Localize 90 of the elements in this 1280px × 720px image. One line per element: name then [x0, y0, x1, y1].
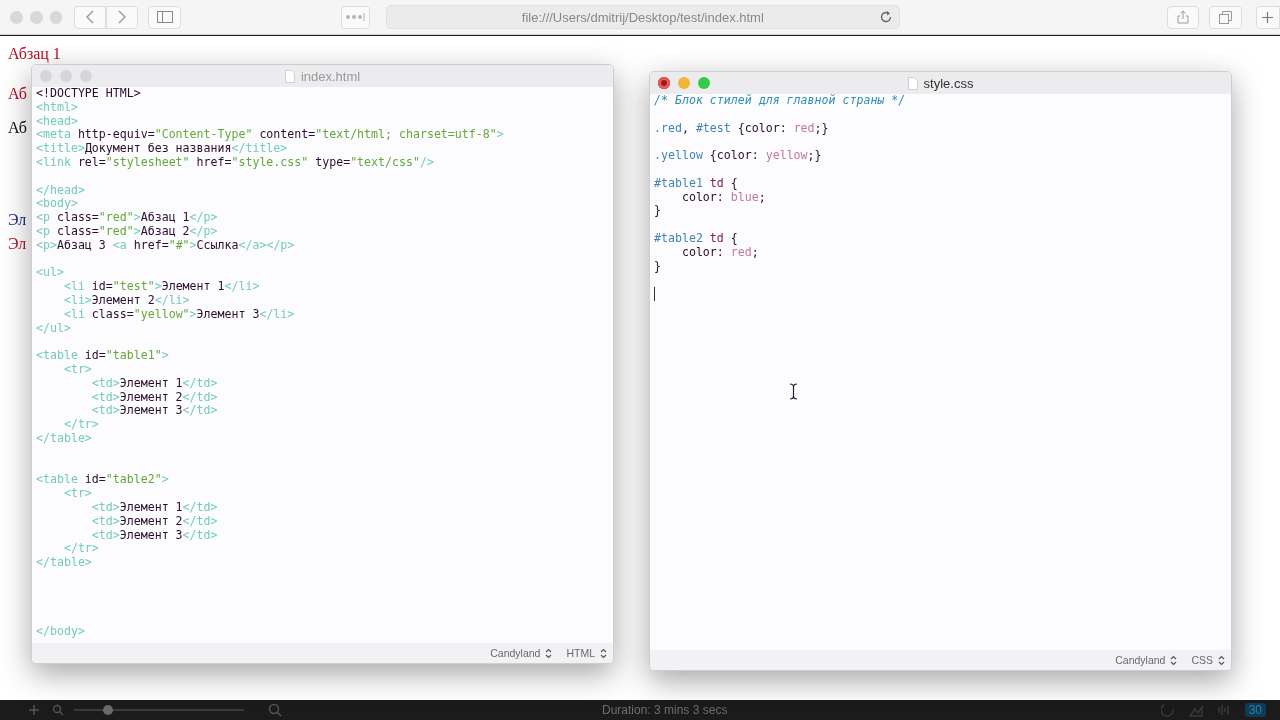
code-line: <p class="red">Абзац 2</p>: [36, 224, 218, 239]
code-line: </table>: [36, 431, 92, 446]
page-text: Абзац 1: [8, 45, 61, 62]
zoom-in-icon[interactable]: [268, 703, 282, 717]
code-line: }: [654, 259, 661, 274]
page-text: Эл: [8, 211, 27, 228]
code-line: <title>Документ без названия</title>: [36, 142, 288, 156]
code-line: <link rel="stylesheet" href="style.css" type="text/css"/>: [36, 156, 434, 170]
new-tab-button[interactable]: [1256, 5, 1280, 29]
share-button[interactable]: [1166, 5, 1200, 29]
code-line: </tr>: [62, 418, 99, 432]
address-bar[interactable]: file:///Users/dmitrij/Desktop/test/index.html: [385, 5, 900, 29]
code-line: <p class="red">Абзац 1</p>: [36, 211, 218, 225]
share-icon: [1177, 10, 1189, 24]
forward-icon: [118, 10, 127, 24]
back-button[interactable]: [74, 5, 107, 29]
code-line: <body>: [36, 197, 78, 212]
url-text: file:///Users/dmitrij/Desktop/test/index.html: [521, 9, 764, 25]
code-line: }: [654, 204, 661, 219]
reader-button[interactable]: [340, 5, 370, 29]
code-line: </body>: [36, 625, 85, 639]
code-line: <td>Элемент 3</td>: [90, 404, 218, 419]
page-text: Аб: [8, 119, 27, 136]
window-control-button[interactable]: [10, 10, 23, 24]
zoom-out-icon[interactable]: [52, 704, 64, 716]
window-title: index.html: [300, 68, 361, 84]
zoom-button[interactable]: [698, 77, 710, 89]
sidebar-button[interactable]: [148, 5, 181, 29]
minimize-button[interactable]: [678, 77, 690, 89]
plus-icon: [1262, 11, 1274, 23]
code-line: <!DOCTYPE HTML>: [36, 87, 141, 101]
code-line: <meta http-equiv="Content-Type" content="text/html; charset=utf-8">: [36, 128, 504, 143]
text-cursor-icon: [789, 383, 798, 400]
code-line: .yellow {color: yellow;}: [654, 149, 822, 163]
window-control-button[interactable]: [29, 10, 43, 24]
code-line: #table2 td {: [654, 231, 738, 246]
code-line: <td>Элемент 1</td>: [90, 376, 218, 391]
file-icon: [907, 76, 918, 90]
code-line: color: blue;: [680, 190, 766, 205]
code-line: <ul>: [36, 266, 64, 281]
updown-icon: [545, 647, 553, 659]
code-line: <li class="yellow">Элемент 3</li>: [62, 307, 295, 322]
updown-icon: [600, 647, 607, 659]
window-control-button[interactable]: [49, 10, 63, 24]
close-button[interactable]: [658, 77, 670, 89]
code-line: </table>: [36, 556, 92, 570]
code-line: <head>: [36, 114, 78, 129]
code-line: /* Блок стилей для главной страны */: [654, 94, 906, 108]
image-icon[interactable]: [1188, 703, 1203, 717]
dropdown-button[interactable]: CSS: [1191, 654, 1225, 666]
forward-button[interactable]: [106, 5, 139, 29]
tabs-icon: [1219, 10, 1233, 24]
code-line: <html>: [36, 100, 78, 115]
frame-rate-badge[interactable]: 30: [1244, 703, 1266, 717]
code-line: <li id="test">Элемент 1</li>: [62, 280, 260, 294]
tabs-button[interactable]: [1209, 5, 1242, 29]
updown-icon: [1218, 654, 1225, 666]
code-line: <table id="table2">: [36, 473, 169, 488]
slider-thumb[interactable]: [103, 705, 113, 715]
dropdown-button[interactable]: Candyland: [1115, 654, 1178, 666]
code-line: color: red;: [680, 245, 759, 260]
text-cursor: [654, 287, 655, 302]
code-line: <td>Элемент 2</td>: [90, 390, 218, 405]
code-line: <tr>: [62, 487, 92, 501]
sidebar-icon: [156, 11, 173, 23]
dropdown-button[interactable]: Candyland: [490, 647, 553, 659]
reader-icon: [345, 13, 366, 21]
code-line: <li>Элемент 2</li>: [62, 293, 190, 308]
code-line: </ul>: [36, 321, 71, 336]
file-icon: [284, 69, 295, 83]
duration-text: Duration: 3 mins 3 secs: [602, 703, 728, 717]
code-line: <td>Элемент 3</td>: [90, 528, 218, 543]
code-line: <p>Абзац 3 <a href="#">Ссылка</a></p>: [36, 238, 295, 253]
rotate-icon[interactable]: [1160, 703, 1175, 717]
plus-icon[interactable]: [28, 704, 40, 716]
reload-icon[interactable]: [878, 10, 893, 24]
code-line: <td>Элемент 1</td>: [90, 500, 218, 515]
code-line: </head>: [36, 183, 85, 198]
code-line: </tr>: [62, 542, 99, 557]
updown-icon: [1170, 654, 1178, 666]
page-text: Эл: [8, 235, 27, 252]
code-line: <tr>: [62, 362, 92, 377]
code-line: <table id="table1">: [36, 349, 169, 363]
code-line: .red, #test {color: red;}: [654, 121, 829, 136]
page-text: Аб: [8, 85, 27, 102]
window-title: style.css: [923, 75, 974, 91]
dropdown-button[interactable]: HTML: [566, 647, 607, 659]
code-line: <td>Элемент 2</td>: [90, 514, 218, 529]
code-line: #table1 td {: [654, 176, 738, 191]
back-icon: [86, 10, 95, 24]
